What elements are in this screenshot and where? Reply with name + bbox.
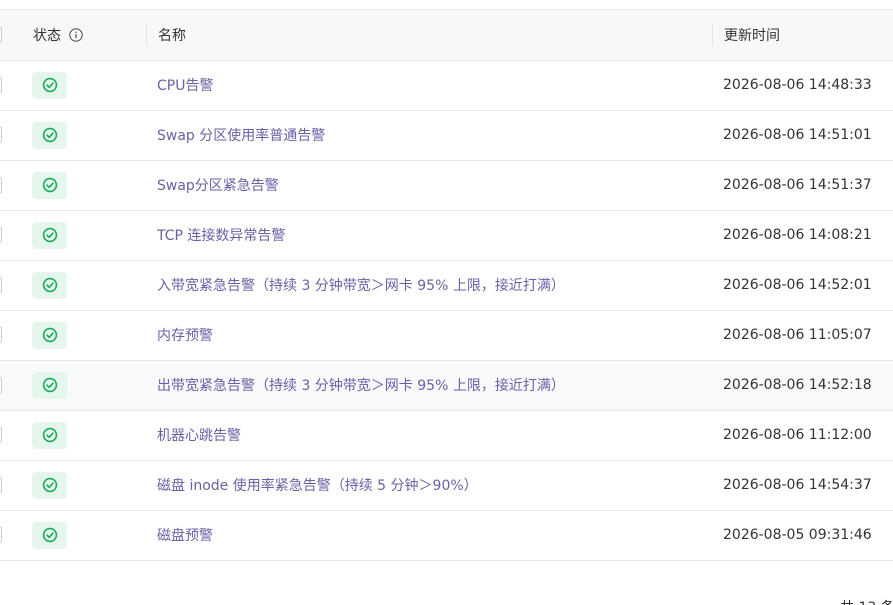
table-row: Swap 分区使用率普通告警 2026-08-06 14:51:01	[0, 110, 893, 160]
row-checkbox[interactable]	[0, 327, 2, 343]
column-separator	[146, 24, 147, 46]
column-separator	[712, 24, 713, 46]
row-checkbox[interactable]	[0, 227, 2, 243]
check-circle-icon	[42, 477, 57, 493]
updated-time: 2026-08-06 14:54:37	[723, 477, 872, 493]
row-checkbox[interactable]	[0, 427, 2, 443]
check-circle-icon	[42, 427, 57, 443]
header-updated-cell: 更新时间	[712, 10, 893, 61]
status-badge	[32, 421, 67, 449]
updated-time: 2026-08-06 11:12:00	[723, 427, 872, 443]
status-badge	[32, 271, 67, 299]
alert-name-link[interactable]: CPU告警	[146, 75, 213, 95]
table-row: TCP 连接数异常告警 2026-08-06 14:08:21	[0, 210, 893, 260]
header-status-cell: 状态	[14, 10, 146, 61]
alert-name-link[interactable]: 出带宽紧急告警（持续 3 分钟带宽＞网卡 95% 上限，接近打满）	[146, 375, 565, 395]
alert-name-link[interactable]: TCP 连接数异常告警	[146, 225, 285, 245]
header-name-cell: 名称	[146, 10, 712, 61]
row-checkbox[interactable]	[0, 77, 2, 93]
alert-name-link[interactable]: 内存预警	[146, 325, 213, 345]
alert-name-link[interactable]: 入带宽紧急告警（持续 3 分钟带宽＞网卡 95% 上限，接近打满）	[146, 275, 565, 295]
row-checkbox[interactable]	[0, 127, 2, 143]
check-circle-icon	[42, 77, 57, 93]
updated-time: 2026-08-06 14:51:01	[723, 127, 872, 143]
updated-time: 2026-08-06 11:05:07	[723, 327, 872, 343]
table-row: 出带宽紧急告警（持续 3 分钟带宽＞网卡 95% 上限，接近打满） 2026-0…	[0, 360, 893, 410]
updated-time: 2026-08-06 14:08:21	[723, 227, 872, 243]
table-row: 磁盘 inode 使用率紧急告警（持续 5 分钟＞90%） 2026-08-06…	[0, 460, 893, 510]
status-badge	[32, 321, 67, 349]
row-checkbox[interactable]	[0, 177, 2, 193]
check-circle-icon	[42, 327, 57, 343]
status-badge	[32, 471, 67, 499]
updated-time: 2026-08-06 14:52:18	[723, 377, 872, 393]
table-row: 内存预警 2026-08-06 11:05:07	[0, 310, 893, 360]
table-row: CPU告警 2026-08-06 14:48:33	[0, 60, 893, 110]
header-updated-label: 更新时间	[724, 27, 780, 44]
status-badge	[32, 121, 67, 149]
table-row: 磁盘预警 2026-08-05 09:31:46	[0, 510, 893, 560]
row-checkbox[interactable]	[0, 527, 2, 543]
alert-name-link[interactable]: 磁盘预警	[146, 525, 213, 545]
alert-name-link[interactable]: 机器心跳告警	[146, 425, 241, 445]
alert-table: 状态 名称 更新时间 CPU告警 2026-08-06 14:48:33 Swa…	[0, 10, 893, 561]
row-checkbox[interactable]	[0, 477, 2, 493]
row-checkbox[interactable]	[0, 277, 2, 293]
check-circle-icon	[42, 277, 57, 293]
header-row: 状态 名称 更新时间	[0, 10, 893, 61]
updated-time: 2026-08-06 14:48:33	[723, 77, 872, 93]
status-badge	[32, 371, 67, 399]
table-header: 状态 名称 更新时间	[0, 10, 893, 61]
status-badge	[32, 71, 67, 99]
alert-name-link[interactable]: Swap分区紧急告警	[146, 175, 279, 195]
check-circle-icon	[42, 127, 57, 143]
table-row: 入带宽紧急告警（持续 3 分钟带宽＞网卡 95% 上限，接近打满） 2026-0…	[0, 260, 893, 310]
check-circle-icon	[42, 177, 57, 193]
alert-name-link[interactable]: 磁盘 inode 使用率紧急告警（持续 5 分钟＞90%）	[146, 475, 478, 495]
updated-time: 2026-08-06 14:51:37	[723, 177, 872, 193]
header-select-all-cell	[0, 10, 14, 61]
alert-policy-table-view: 状态 名称 更新时间 CPU告警 2026-08-06 14:48:33 Swa…	[0, 0, 893, 605]
updated-time: 2026-08-06 14:52:01	[723, 277, 872, 293]
table-body: CPU告警 2026-08-06 14:48:33 Swap 分区使用率普通告警…	[0, 60, 893, 560]
row-checkbox[interactable]	[0, 377, 2, 393]
check-circle-icon	[42, 377, 57, 393]
status-badge	[32, 221, 67, 249]
table-row: Swap分区紧急告警 2026-08-06 14:51:37	[0, 160, 893, 210]
check-circle-icon	[42, 527, 57, 543]
updated-time: 2026-08-05 09:31:46	[723, 527, 872, 543]
status-badge	[32, 521, 67, 549]
pagination-total: 共 13 条	[840, 597, 893, 605]
table-row: 机器心跳告警 2026-08-06 11:12:00	[0, 410, 893, 460]
check-circle-icon	[42, 227, 57, 243]
info-icon[interactable]	[69, 28, 83, 42]
status-badge	[32, 171, 67, 199]
alert-name-link[interactable]: Swap 分区使用率普通告警	[146, 125, 325, 145]
header-status-label: 状态	[33, 27, 61, 44]
select-all-checkbox[interactable]	[0, 26, 2, 43]
header-name-label: 名称	[158, 27, 186, 44]
